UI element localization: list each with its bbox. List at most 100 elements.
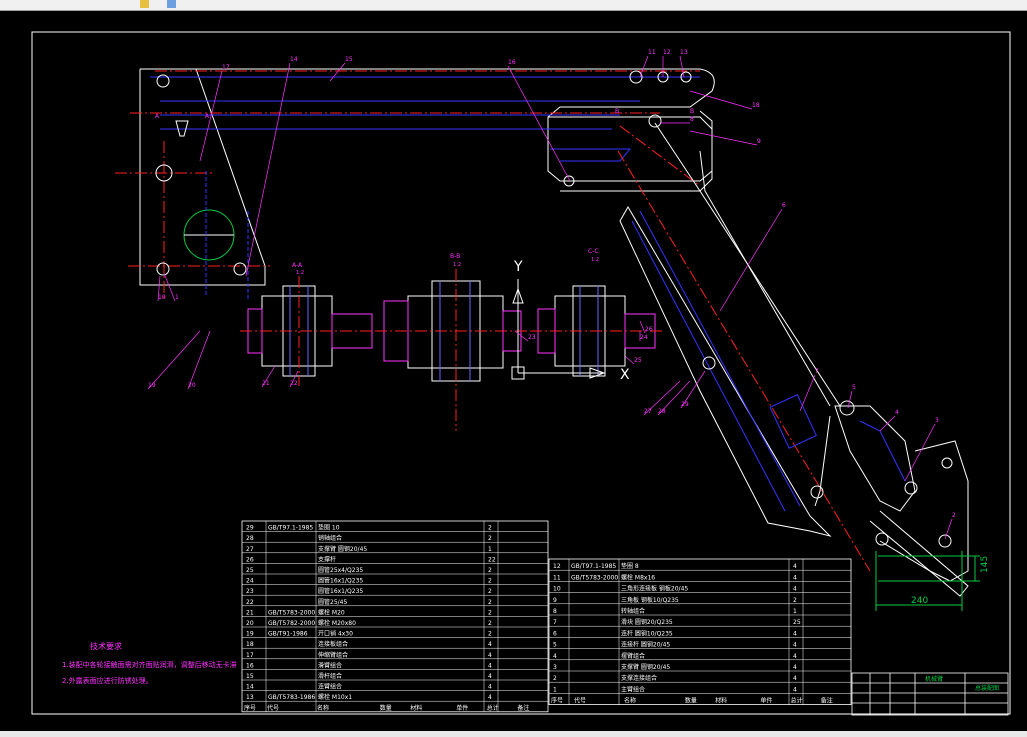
gripper-mechanism: 240 145: [810, 400, 990, 611]
bom-cell-name: 连杆 圆钢10/Q235: [621, 629, 673, 637]
bom-cell-no: 12: [553, 563, 561, 570]
bom-cell-no: 2: [553, 675, 557, 682]
main-arm-assembly: [115, 68, 715, 301]
bom-cell-name: 螺栓 M20: [318, 608, 345, 616]
status-bar: [0, 731, 1027, 737]
folder-icon[interactable]: [140, 0, 149, 8]
bom-cell-no: 7: [553, 619, 557, 626]
balloon-leader: [624, 355, 635, 365]
bom-header-cell: 代号: [574, 697, 586, 705]
balloon-number: 23: [528, 334, 536, 341]
balloon-leader: [689, 130, 758, 146]
bom-header-cell: 备注: [517, 704, 529, 712]
bom-cell-name: 滑块 圆钢20/Q235: [621, 618, 673, 626]
balloon-number: 8: [690, 116, 694, 123]
bom-cell-no: 22: [246, 599, 254, 606]
bom-table-right: 12 GB/T97.1-1985 垫圈 8 411 GB/T5783-2000 螺栓 M8…: [548, 558, 852, 706]
bom-cell-no: 17: [246, 652, 254, 659]
bom-cell-no: 5: [553, 642, 557, 649]
bom-cell-qty: 2: [488, 578, 492, 585]
balloon-number: 9: [757, 138, 761, 145]
bom-cell-name: 滑臂组合: [318, 661, 342, 669]
bom-cell-name: 支撑臂 圆钢20/45: [318, 545, 367, 553]
section-mark-b-right: B: [690, 108, 694, 115]
bom-header-cell: 总计: [791, 697, 803, 705]
bom-cell-no: 28: [246, 535, 254, 542]
bom-cell-no: 8: [553, 608, 557, 615]
balloon-number: 21: [262, 380, 270, 387]
balloon-number: 1: [175, 294, 179, 301]
bom-cell-qty: 22: [488, 556, 496, 563]
bom-header-cell: 单件: [760, 697, 772, 705]
bom-cell-code: GB/T97.1-1985: [268, 525, 313, 532]
bom-cell-name: 转轴组合: [621, 607, 645, 615]
bom-cell-name: 圆管16x1/Q235: [318, 587, 363, 595]
bom-cell-no: 27: [246, 546, 254, 553]
bom-cell-no: 16: [246, 662, 254, 669]
bom-cell-qty: 4: [793, 653, 797, 660]
bom-cell-qty: 2: [488, 620, 492, 627]
bom-header-cell: 名称: [317, 704, 329, 712]
balloon-leader: [187, 330, 211, 390]
bom-cell-name: 螺栓 M10x1: [318, 693, 352, 701]
bom-header-cell: 备注: [821, 697, 833, 705]
balloon-number: 24: [640, 334, 648, 341]
notes-line-1: 1.装配中各轮接触面需对齐面贴润滑，调整后移动无卡滞: [62, 660, 237, 669]
balloon-leader: [507, 65, 571, 182]
bom-cell-name: 支撑臂 圆钢20/45: [621, 663, 670, 671]
balloon-number: 6: [782, 202, 786, 209]
notes-line-2: 2.外露表面应进行防锈处理。: [62, 676, 153, 685]
bom-cell-code: GB/T5783-1986: [268, 694, 315, 701]
bom-cell-qty: 4: [793, 586, 797, 593]
balloon-number: 14: [290, 56, 298, 63]
bom-cell-name: 螺栓 M8x16: [621, 573, 655, 581]
bom-cell-no: 1: [553, 686, 557, 693]
section-view-b-b: [375, 269, 540, 431]
view-title-a-a: A-A: [292, 262, 303, 269]
bom-cell-qty: 4: [793, 563, 797, 570]
bom-cell-name: 支撑连接组合: [621, 674, 657, 682]
bom-header-cell: 代号: [267, 704, 279, 712]
balloon-leader: [904, 423, 936, 482]
bom-cell-qty: 4: [488, 652, 492, 659]
title-block-name: 机械臂: [925, 675, 943, 683]
bom-cell-qty: 2: [488, 609, 492, 616]
bom-cell-no: 29: [246, 525, 254, 532]
balloon-number: 12: [663, 49, 671, 56]
bom-cell-qty: 1: [793, 608, 797, 615]
bom-cell-qty: 4: [488, 694, 492, 701]
section-mark-b-left: B: [615, 108, 619, 115]
bom-cell-qty: 4: [793, 675, 797, 682]
bom-cell-name: 开口销 4x30: [318, 630, 353, 638]
bom-cell-qty: 4: [488, 662, 492, 669]
part-balloons: 1714 15 1611 12 13188967543211019 20 21 2223 242…: [147, 49, 956, 540]
bom-cell-qty: 4: [793, 686, 797, 693]
balloon-number: 16: [508, 59, 516, 66]
bom-header-cell: 数量: [380, 704, 392, 712]
balloon-leader: [847, 390, 853, 409]
balloon-number: 27: [644, 408, 652, 415]
title-block: 机械臂 总装配图: [851, 672, 1009, 716]
bom-cell-qty: 2: [488, 567, 492, 574]
balloon-number: 25: [634, 357, 642, 364]
bom-header-cell: 数量: [685, 697, 697, 705]
axis-x-label: X: [620, 367, 630, 383]
bom-cell-qty: 4: [793, 642, 797, 649]
bom-cell-no: 15: [246, 673, 254, 680]
bom-header-cell: 总计: [487, 704, 499, 712]
bom-cell-qty: 2: [488, 535, 492, 542]
section-mark-a-left: A: [155, 113, 160, 120]
bom-cell-qty: 2: [488, 525, 492, 532]
bom-cell-qty: 25: [793, 619, 801, 626]
balloon-number: 22: [290, 380, 298, 387]
balloon-leader: [329, 62, 346, 82]
balloon-number: 19: [148, 382, 156, 389]
diagonal-boom: [617, 122, 871, 572]
bom-cell-no: 9: [553, 597, 557, 604]
cube-icon[interactable]: [167, 0, 176, 8]
balloon-number: 4: [895, 409, 899, 416]
bom-cell-no: 14: [246, 684, 254, 691]
coordinate-axis-symbol: Y X: [511, 259, 630, 383]
cad-drawing-canvas[interactable]: 240 145 Y X A-A 1:2 B-B 1:2 C-C 1:2 A A …: [0, 11, 1027, 731]
bom-cell-qty: 4: [488, 673, 492, 680]
